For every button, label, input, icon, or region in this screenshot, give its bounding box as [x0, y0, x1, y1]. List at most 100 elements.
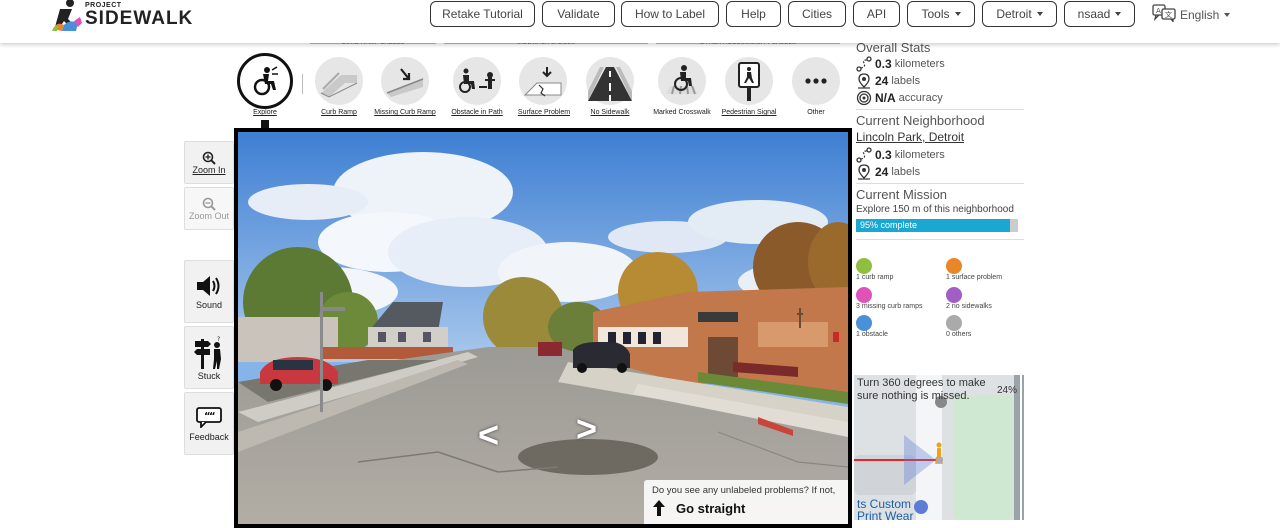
map-pin-icon	[858, 163, 870, 180]
minimap[interactable]: Turn 360 degrees to make sure nothing is…	[854, 375, 1024, 520]
city-label: Detroit	[996, 7, 1032, 21]
stats-panel: Overall Stats 0.3 kilometers 24 labels N…	[856, 40, 1024, 243]
zoom-in-button[interactable]: Zoom In	[184, 141, 234, 184]
street-scene-image	[238, 132, 848, 524]
svg-text:“: “	[209, 411, 216, 422]
toolbar-divider	[302, 74, 303, 94]
minimap-percent: 24%	[997, 385, 1018, 396]
logo-big-text: SIDEWALK	[85, 8, 194, 29]
svg-text:?: ?	[217, 336, 220, 343]
sound-label: Sound	[195, 299, 223, 310]
overall-labels-stat: 24 labels	[856, 72, 1024, 89]
no-sidewalk-tool-label: No Sidewalk	[590, 109, 630, 116]
surface-problem-icon	[946, 258, 962, 274]
mission-description: Explore 150 m of this neighborhood	[856, 204, 1014, 215]
logo-mark-icon	[52, 0, 82, 31]
label-count-obstacle: 1 obstacle	[856, 315, 888, 338]
feedback-button[interactable]: “ “ Feedback	[184, 392, 234, 455]
street-view-panorama[interactable]: < > Do you see any unlabeled problems? I…	[234, 128, 852, 528]
go-straight-label: Go straight	[676, 500, 746, 516]
label-count-text: 0 others	[946, 331, 972, 338]
obstacle-icon	[459, 68, 495, 93]
cities-button[interactable]: Cities	[788, 1, 846, 27]
poi-line-2: Print Wear	[857, 509, 914, 520]
neighborhood-labels-stat: 24 labels	[856, 163, 1024, 180]
other-icon	[946, 315, 962, 331]
stuck-button[interactable]: ? Stuck	[184, 326, 234, 389]
stats-divider	[856, 239, 1024, 240]
neighborhood-distance-stat: 0.3 kilometers	[856, 146, 1024, 163]
overall-distance-stat: 0.3 kilometers	[856, 55, 1024, 72]
overall-labels-value: 24	[875, 73, 889, 88]
api-label: API	[866, 7, 887, 21]
other-tool-button[interactable]	[792, 57, 840, 105]
missing-curb-ramp-tool-button[interactable]	[381, 57, 429, 105]
svg-text:A: A	[1156, 7, 1161, 15]
cities-label: Cities	[801, 7, 832, 21]
help-button[interactable]: Help	[726, 1, 781, 27]
go-straight-prompt[interactable]: Do you see any unlabeled problems? If no…	[644, 480, 848, 524]
explore-tool-label: Explore	[253, 109, 277, 116]
how-to-label-button[interactable]: How to Label	[621, 1, 719, 27]
pedestrian-signal-tool-button[interactable]	[725, 57, 773, 105]
minimap-poi-label: ts Custom Print Wear	[857, 498, 913, 520]
target-icon	[856, 90, 872, 105]
other-tool-label: Other	[807, 109, 825, 116]
mission-progress-bar: 95% complete	[856, 219, 1018, 232]
surface-problem-tool-button[interactable]	[519, 57, 567, 105]
project-sidewalk-logo[interactable]: PROJECT SIDEWALK	[52, 0, 193, 32]
surface-problem-tool-label: Surface Problem	[517, 109, 571, 116]
caret-down-icon	[954, 12, 961, 16]
map-pin-icon	[858, 72, 870, 89]
pedestrian-signal-tool-label: Pedestrian Signal	[721, 109, 777, 116]
no-sidewalk-tool-button[interactable]	[586, 57, 634, 105]
neighborhood-link[interactable]: Lincoln Park, Detroit	[856, 130, 964, 144]
navigate-back-arrow-icon[interactable]: <	[478, 414, 499, 456]
speech-bubble-icon: “ “	[196, 406, 222, 428]
validate-button[interactable]: Validate	[542, 1, 615, 27]
neighborhood-labels-value: 24	[875, 164, 889, 179]
more-dots-icon	[805, 78, 827, 84]
navigate-forward-arrow-icon[interactable]: >	[576, 408, 597, 450]
neighborhood-km-unit: kilometers	[894, 148, 945, 161]
curb-ramp-icon	[320, 72, 358, 98]
help-label: Help	[741, 7, 766, 21]
overall-km-value: 0.3	[875, 56, 892, 71]
pedestrian-signal-icon	[738, 62, 760, 101]
overall-accuracy-value: N/A	[875, 90, 896, 105]
api-button[interactable]: API	[853, 1, 900, 27]
current-neighborhood-title: Current Neighborhood	[856, 113, 985, 128]
zoom-out-button[interactable]: Zoom Out	[184, 187, 234, 230]
label-count-text: 3 missing curb ramps	[856, 303, 923, 310]
no-sidewalk-icon	[588, 67, 632, 101]
unlabeled-problems-question: Do you see any unlabeled problems? If no…	[652, 485, 836, 496]
zoom-in-icon	[202, 151, 216, 165]
obstacle-icon	[856, 315, 872, 331]
user-dropdown[interactable]: nsaad	[1064, 1, 1135, 27]
overall-labels-unit: labels	[891, 74, 921, 87]
zoom-out-icon	[202, 197, 216, 211]
retake-tutorial-button[interactable]: Retake Tutorial	[430, 1, 535, 27]
overall-km-unit: kilometers	[894, 57, 945, 70]
tools-label: Tools	[921, 7, 950, 21]
missing-curb-ramp-icon	[856, 287, 872, 303]
marked-crosswalk-tool-button[interactable]	[658, 57, 706, 105]
explore-tool-button[interactable]	[237, 53, 293, 109]
validate-label: Validate	[557, 7, 600, 21]
neighborhood-km-value: 0.3	[875, 147, 892, 162]
sound-button[interactable]: Sound	[184, 260, 234, 323]
curb-ramp-tool-button[interactable]	[315, 57, 363, 105]
language-dropdown[interactable]: A 文 English	[1152, 4, 1231, 25]
minimap-instruction: Turn 360 degrees to make sure nothing is…	[857, 377, 986, 402]
label-count-missing-curb-ramp: 3 missing curb ramps	[856, 287, 923, 310]
mission-progress-text: 95% complete	[860, 220, 918, 230]
tools-dropdown[interactable]: Tools	[907, 1, 975, 27]
city-dropdown[interactable]: Detroit	[982, 1, 1057, 27]
language-label: English	[1180, 7, 1220, 22]
neighborhood-labels-unit: labels	[891, 165, 921, 178]
svg-text:文: 文	[1165, 10, 1172, 19]
marked-crosswalk-tool-label: Marked Crosswalk	[653, 109, 711, 116]
obstacle-tool-label: Obstacle in Path	[451, 109, 503, 116]
obstacle-tool-button[interactable]	[453, 57, 501, 105]
route-icon	[856, 146, 872, 163]
